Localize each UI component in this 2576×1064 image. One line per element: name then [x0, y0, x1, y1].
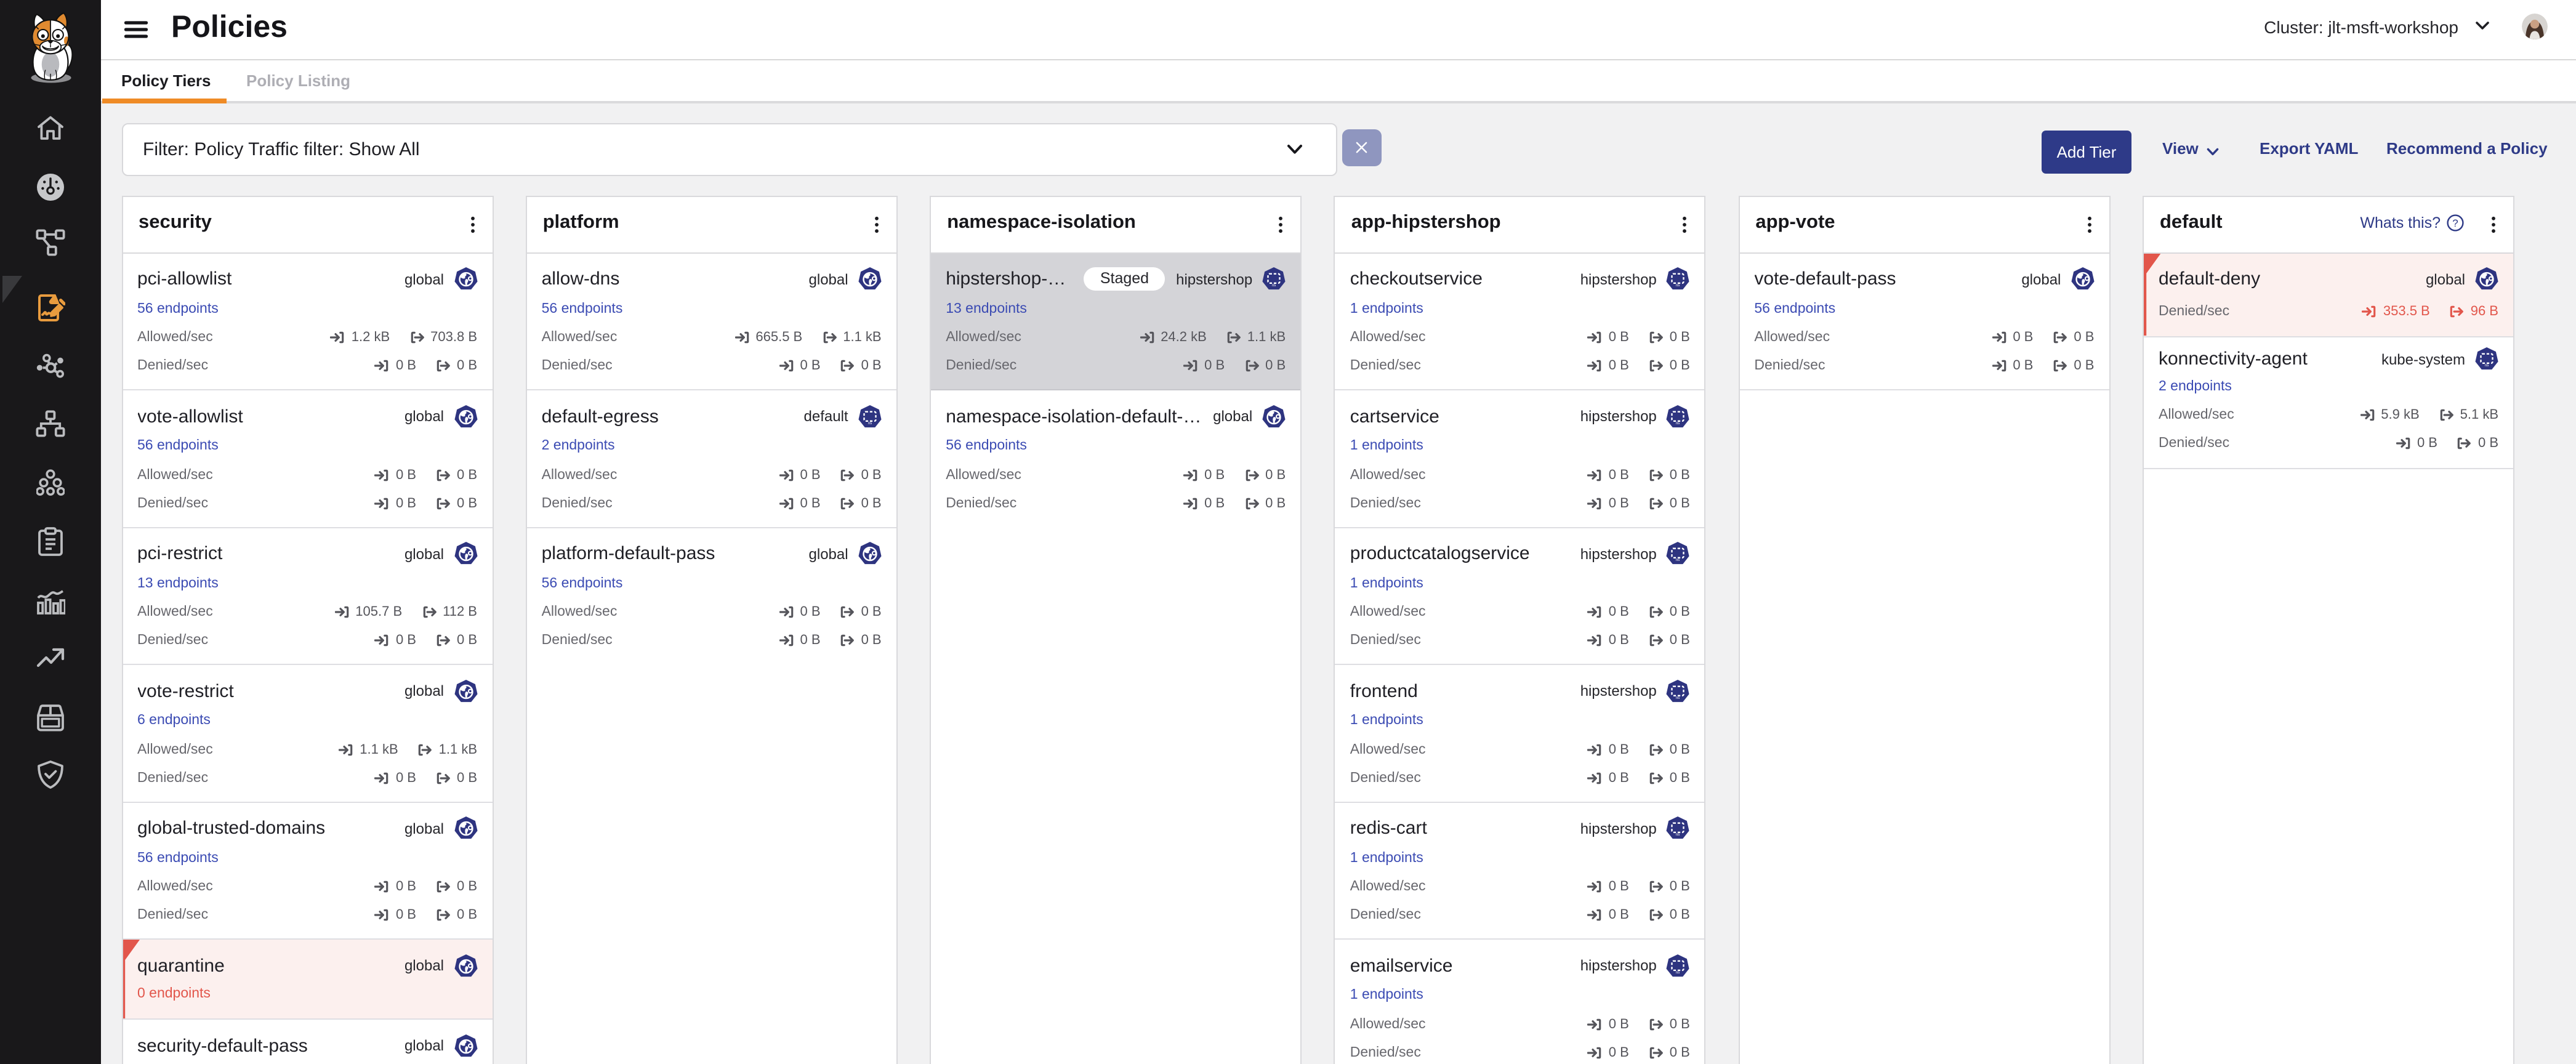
- svg-text:?: ?: [2452, 217, 2458, 229]
